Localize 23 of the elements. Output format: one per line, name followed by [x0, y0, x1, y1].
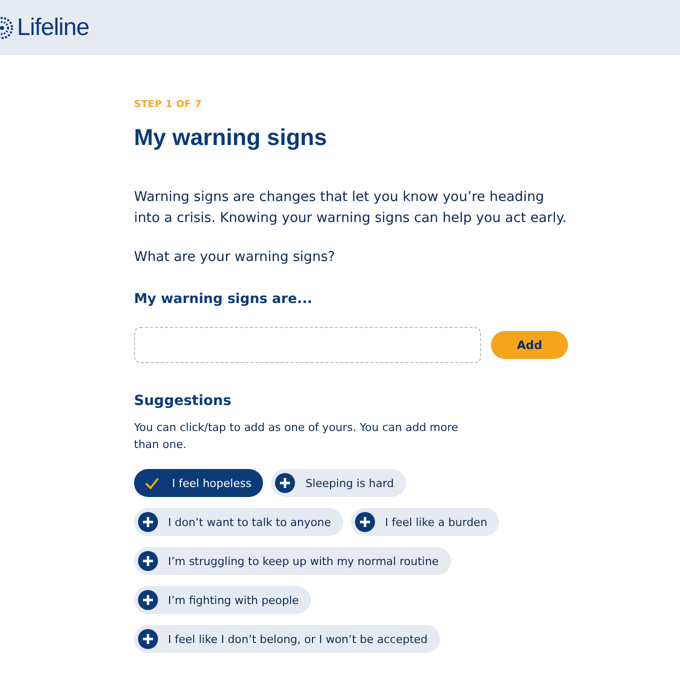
page-title: My warning signs [134, 124, 328, 151]
intro-text: Warning signs are changes that let you know you’re heading into a crisis. Knowing your warning signs can help you act early. [134, 188, 568, 228]
suggestion-chip[interactable]: I feel hopeless [134, 469, 264, 497]
suggestion-chip[interactable]: I don’t want to talk to anyone [134, 508, 343, 536]
suggestion-chip[interactable]: I’m struggling to keep up with my normal routine [134, 547, 451, 575]
suggestions-hint: You can click/tap to add as one of yours. You can add more than one. [134, 420, 460, 453]
suggestion-chip[interactable]: Sleeping is hard [271, 469, 406, 497]
add-button[interactable]: Add [491, 331, 568, 359]
step-label: STEP 1 OF 7 [134, 99, 203, 110]
input-label: My warning signs are... [134, 291, 314, 307]
plus-icon [138, 590, 158, 610]
logo-text: Lifeline [17, 14, 90, 42]
question-text: What are your warning signs? [134, 249, 336, 265]
input-field[interactable] [134, 327, 481, 363]
plus-icon [275, 473, 296, 493]
plus-icon [138, 551, 158, 571]
plus-icon [138, 629, 158, 649]
plus-icon [138, 512, 158, 532]
suggestion-chip[interactable]: I feel like a burden [351, 508, 500, 536]
plus-icon [355, 512, 375, 532]
suggestion-chip[interactable]: I feel like I don’t belong, or I won’t be accepted [134, 625, 440, 653]
suggestions-heading: Suggestions [134, 393, 232, 409]
suggestion-chip[interactable]: I’m fighting with people [134, 586, 311, 614]
